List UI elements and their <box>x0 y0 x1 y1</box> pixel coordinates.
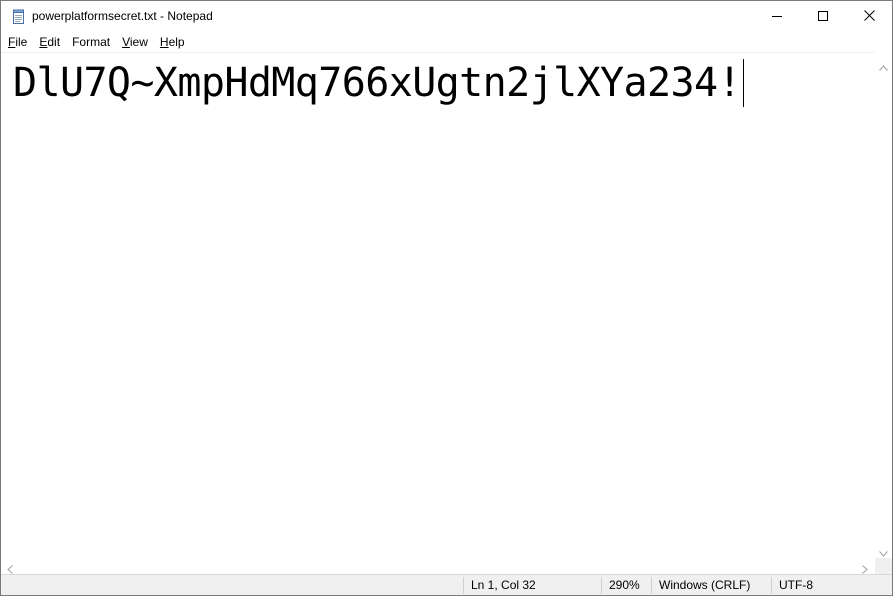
minimize-button[interactable] <box>754 1 800 32</box>
menu-file[interactable]: File <box>2 32 33 52</box>
menu-format[interactable]: Format <box>66 32 116 52</box>
menu-file-label: ile <box>15 35 28 49</box>
menu-help-accel: H <box>159 35 169 49</box>
horizontal-scrollbar[interactable] <box>1 558 875 574</box>
menu-view[interactable]: View <box>116 32 154 52</box>
menu-edit[interactable]: Edit <box>33 32 66 52</box>
status-zoom: 290% <box>609 578 640 592</box>
status-line-ending: Windows (CRLF) <box>659 578 751 592</box>
scroll-up-icon[interactable] <box>879 58 888 76</box>
maximize-icon <box>818 8 828 26</box>
notepad-window: powerplatformsecret.txt - Notepad File E… <box>0 0 893 596</box>
editor-content: DlU7Q~XmpHdMq766xUgtn2jlXYa234! <box>13 60 742 106</box>
scrollbar-corner <box>875 558 892 574</box>
close-button[interactable] <box>846 1 892 32</box>
status-encoding: UTF-8 <box>779 578 813 592</box>
editor-content-line[interactable]: DlU7Q~XmpHdMq766xUgtn2jlXYa234! <box>13 59 744 107</box>
vertical-scrollbar[interactable] <box>875 52 892 558</box>
minimize-icon <box>772 8 782 26</box>
menu-view-accel: V <box>122 35 130 49</box>
menu-help-label: elp <box>168 35 185 49</box>
status-bar: Ln 1, Col 32 290% Windows (CRLF) UTF-8 <box>1 574 892 595</box>
status-cursor-position: Ln 1, Col 32 <box>471 578 536 592</box>
text-editor[interactable]: DlU7Q~XmpHdMq766xUgtn2jlXYa234! <box>1 52 875 558</box>
menu-help[interactable]: Help <box>154 32 191 52</box>
maximize-button[interactable] <box>800 1 846 32</box>
menu-format-label: ormat <box>79 35 111 49</box>
text-caret <box>742 59 744 107</box>
title-bar[interactable]: powerplatformsecret.txt - Notepad <box>1 1 892 32</box>
close-icon <box>863 8 875 26</box>
menu-edit-label: dit <box>47 35 61 49</box>
menu-bar: File Edit Format View Help <box>1 32 892 52</box>
menu-view-label: iew <box>129 35 148 49</box>
window-title: powerplatformsecret.txt - Notepad <box>32 9 213 23</box>
notepad-icon <box>11 9 26 24</box>
